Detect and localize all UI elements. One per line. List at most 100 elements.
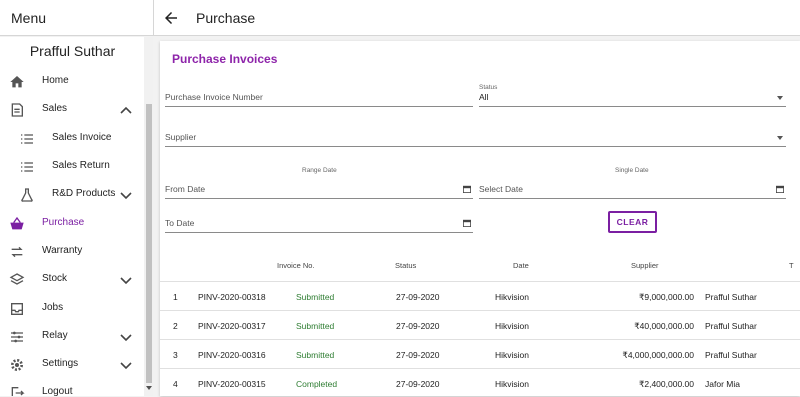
owner-name: Jafor Mia [705, 379, 740, 389]
sidebar-item-stock[interactable]: Stock [0, 266, 144, 294]
supplier-placeholder: Supplier [165, 132, 197, 142]
calendar-icon[interactable] [463, 185, 471, 193]
chevron-down-icon[interactable] [119, 331, 133, 343]
sidebar-item-rd-products[interactable]: R&D Products [0, 181, 144, 209]
gear-icon [11, 359, 23, 371]
dropdown-caret-icon [777, 96, 783, 100]
clear-button[interactable]: CLEAR [608, 211, 657, 233]
table-row[interactable]: 4 PINV-2020-00315 Completed 27-09-2020 H… [160, 368, 800, 397]
status-badge: Submitted [296, 292, 335, 302]
column-header-truncated[interactable]: T [789, 261, 794, 270]
sidebar-item-sales[interactable]: Sales [0, 96, 144, 124]
select-date-field[interactable]: Select Date [479, 179, 786, 199]
owner-name: Prafful Suthar [705, 292, 757, 302]
card-title: Purchase Invoices [172, 52, 278, 66]
status-badge: Completed [296, 379, 338, 389]
owner-name: Prafful Suthar [705, 321, 757, 331]
invoice-number: PINV-2020-00317 [198, 321, 266, 331]
row-number: 3 [173, 350, 178, 360]
page-title: Purchase [196, 10, 256, 26]
divider [153, 0, 154, 36]
basket-icon [10, 216, 24, 230]
invoice-number-field[interactable]: Purchase Invoice Number [165, 87, 473, 107]
sidebar-item-sales-return[interactable]: Sales Return [0, 153, 144, 181]
to-date-placeholder: To Date [165, 218, 195, 228]
amount: ₹2,400,000.00 [638, 379, 694, 389]
table-row[interactable]: 3 PINV-2020-00316 Submitted 27-09-2020 H… [160, 339, 800, 368]
row-number: 2 [173, 321, 178, 331]
supplier-name: Hikvision [495, 350, 530, 360]
sidebar-item-label: Warranty [42, 245, 83, 256]
supplier-name: Hikvision [495, 292, 530, 302]
sliders-icon [11, 331, 23, 343]
table-row[interactable]: 2 PINV-2020-00317 Submitted 27-09-2020 H… [160, 310, 800, 339]
sidebar-item-label: Purchase [42, 217, 85, 228]
logout-icon [11, 387, 25, 396]
from-date-field[interactable]: From Date [165, 179, 473, 199]
single-date-label: Single Date [615, 167, 649, 174]
dropdown-caret-icon [777, 136, 783, 140]
column-header-date[interactable]: Date [513, 261, 529, 270]
sidebar-item-label: Home [42, 75, 69, 86]
flask-icon [21, 188, 33, 202]
chevron-down-icon[interactable] [119, 359, 133, 371]
calendar-icon[interactable] [463, 219, 471, 227]
owner-name: Prafful Suthar [705, 350, 757, 360]
layers-icon [9, 273, 25, 285]
status-select[interactable]: All [479, 87, 786, 107]
chevron-up-icon[interactable] [119, 104, 133, 116]
purchase-invoices-card: Purchase Invoices Purchase Invoice Numbe… [160, 41, 800, 396]
home-icon [10, 76, 24, 88]
invoice-date: 27-09-2020 [396, 321, 440, 331]
supplier-name: Hikvision [495, 379, 530, 389]
top-bar: Menu Purchase [0, 0, 800, 36]
sidebar-item-label: Settings [42, 358, 79, 369]
sidebar: Prafful Suthar Home Sales Sales Invoice … [0, 37, 153, 396]
supplier-select[interactable]: Supplier [165, 127, 786, 147]
invoice-number: PINV-2020-00318 [198, 292, 266, 302]
invoice-number-placeholder: Purchase Invoice Number [165, 92, 263, 102]
sidebar-item-logout[interactable]: Logout [0, 379, 144, 396]
sidebar-item-jobs[interactable]: Jobs [0, 295, 144, 323]
sidebar-item-label: Stock [42, 273, 68, 284]
sidebar-scrollbar[interactable] [144, 37, 153, 396]
amount: ₹4,000,000,000.00 [622, 350, 694, 360]
invoice-number: PINV-2020-00316 [198, 350, 266, 360]
user-name: Prafful Suthar [29, 43, 116, 59]
sidebar-item-purchase[interactable]: Purchase [0, 210, 144, 238]
scroll-thumb[interactable] [146, 104, 152, 383]
receipt-icon [11, 103, 23, 117]
chevron-down-icon[interactable] [119, 189, 133, 201]
menu-title: Menu [11, 10, 47, 26]
chevron-down-icon[interactable] [119, 274, 133, 286]
select-date-placeholder: Select Date [479, 184, 523, 194]
sidebar-item-label: R&D Products [52, 188, 116, 199]
sidebar-item-sales-invoice[interactable]: Sales Invoice [0, 125, 144, 153]
sidebar-item-label: Relay [42, 330, 68, 341]
table-row[interactable]: 1 PINV-2020-00318 Submitted 27-09-2020 H… [160, 281, 800, 310]
from-date-placeholder: From Date [165, 184, 206, 194]
column-header-invoice[interactable]: Invoice No. [277, 261, 315, 270]
inbox-icon [11, 303, 23, 315]
sidebar-item-home[interactable]: Home [0, 68, 144, 96]
range-date-label: Range Date [302, 167, 337, 174]
invoice-date: 27-09-2020 [396, 292, 440, 302]
to-date-field[interactable]: To Date [165, 213, 473, 233]
back-arrow-icon[interactable] [162, 9, 180, 27]
sidebar-item-label: Jobs [42, 302, 64, 313]
column-header-supplier[interactable]: Supplier [631, 261, 659, 270]
scroll-down-icon[interactable] [146, 386, 152, 390]
status-value: All [479, 92, 489, 102]
swap-icon [11, 246, 23, 258]
invoice-date: 27-09-2020 [396, 379, 440, 389]
sidebar-item-label: Sales Invoice [52, 132, 112, 143]
sidebar-item-warranty[interactable]: Warranty [0, 238, 144, 266]
sidebar-item-relay[interactable]: Relay [0, 323, 144, 351]
column-header-status[interactable]: Status [395, 261, 416, 270]
row-number: 4 [173, 379, 178, 389]
list-icon [21, 134, 33, 144]
calendar-icon[interactable] [776, 185, 784, 193]
sidebar-item-label: Logout [42, 386, 73, 396]
invoice-date: 27-09-2020 [396, 350, 440, 360]
sidebar-item-settings[interactable]: Settings [0, 351, 144, 379]
